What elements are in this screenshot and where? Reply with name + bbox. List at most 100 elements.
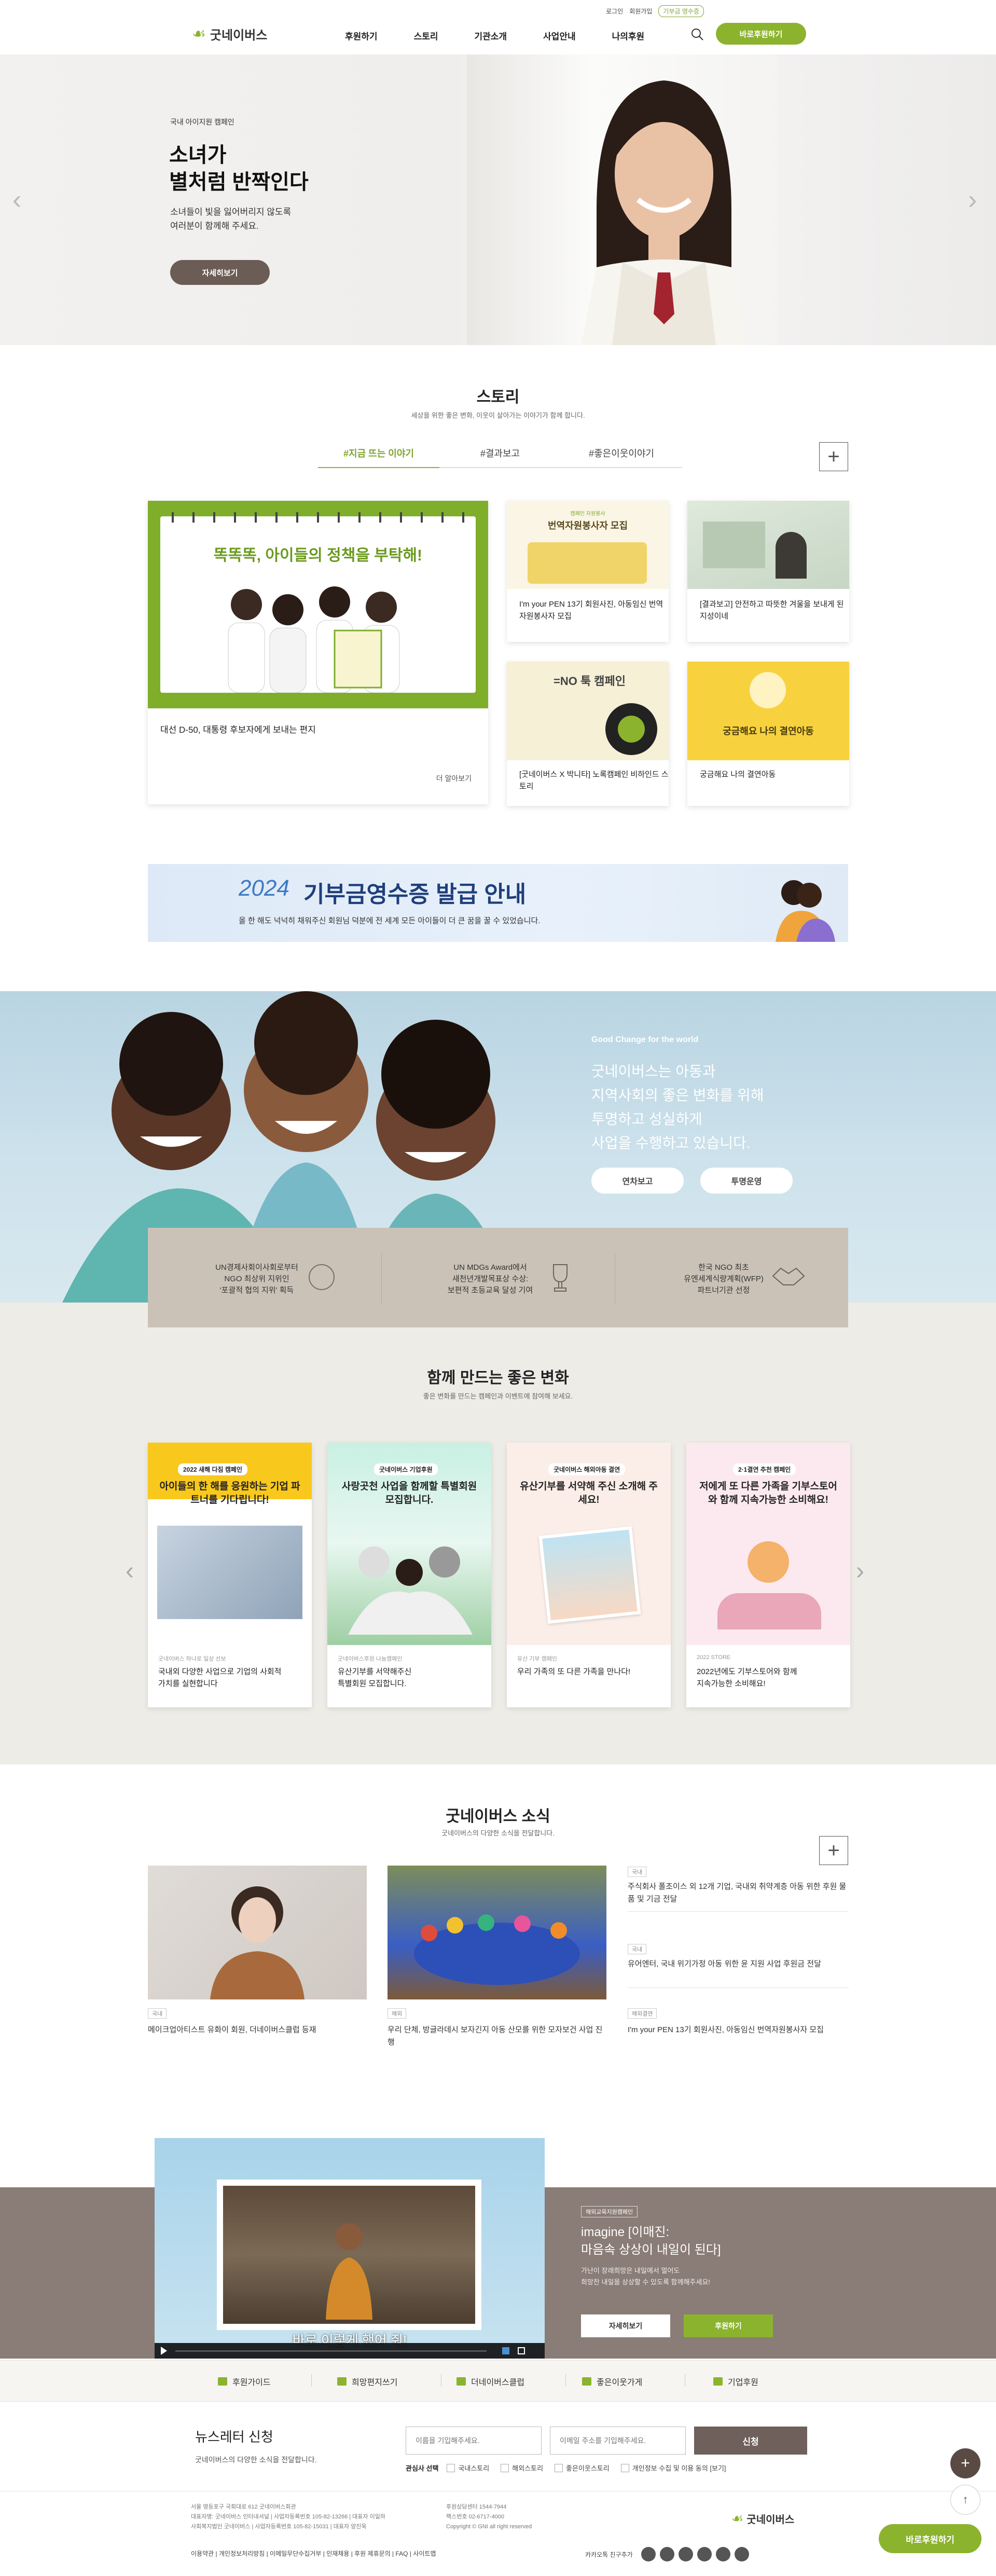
- nav-story[interactable]: 스토리: [414, 29, 438, 42]
- blog-icon[interactable]: [697, 2547, 712, 2561]
- story-card[interactable]: =NO 툭 캠페인 [굿네이버스 X 박니타] 노록캠페인 비하인드 스토리: [507, 662, 669, 806]
- caption-line: 가치를 실현합니다: [158, 1679, 218, 1688]
- story-card-image: [687, 501, 849, 589]
- progress-track[interactable]: [175, 2350, 487, 2352]
- campaign-image: 굿네이버스 기업후원 사랑곳천 사업을 함께할 특별회원 모집합니다.: [327, 1443, 491, 1645]
- hero-title-line2: 별처럼 반짝인다: [169, 171, 309, 194]
- header: ☙ 굿네이버스 후원하기 스토리 기관소개 사업안내 나의후원 바로후원하기: [0, 19, 996, 52]
- divider: [311, 2374, 312, 2387]
- chevron-left-icon[interactable]: ‹: [126, 1557, 134, 1585]
- campaign-badge: 2022 새해 다짐 캠페인: [178, 1463, 247, 1475]
- tab-neighbor[interactable]: #좋은이웃이야기: [561, 446, 682, 468]
- campaign-card[interactable]: 2022 새해 다짐 캠페인 아이들의 한 해를 응원하는 기업 파트너를 기다…: [148, 1443, 312, 1707]
- tab-result[interactable]: #결과보고: [439, 446, 561, 468]
- option-domestic[interactable]: 국내스토리: [447, 2463, 489, 2473]
- news-item[interactable]: 국내: [628, 1867, 647, 1877]
- receipt-link[interactable]: 기부금 영수증: [658, 5, 704, 17]
- chevron-right-icon[interactable]: ›: [968, 184, 977, 215]
- main-card-more-link[interactable]: 더 알아보기: [436, 773, 472, 784]
- logo[interactable]: ☙ 굿네이버스: [192, 25, 267, 43]
- news-item[interactable]: 국내: [628, 1944, 647, 1954]
- nav-my[interactable]: 나의후원: [612, 29, 645, 42]
- news-item[interactable]: 해외: [388, 2008, 407, 2019]
- news-text[interactable]: 주식회사 폴조이스 외 12개 기업, 국내외 취약계층 아동 위한 후원 물품…: [628, 1881, 849, 1906]
- video-donate-button[interactable]: 후원하기: [684, 2314, 773, 2337]
- news-more-plus-icon[interactable]: +: [819, 1836, 848, 1865]
- checkbox[interactable]: [501, 2463, 509, 2472]
- sun-illustration: [748, 1541, 789, 1583]
- search-icon[interactable]: [690, 27, 704, 42]
- floating-donate-button[interactable]: 바로후원하기: [879, 2524, 981, 2553]
- campaign-card[interactable]: 굿네이버스 해외아동 결연 유산기부를 서약해 주신 소개해 주세요! 유산 기…: [507, 1443, 671, 1707]
- twitter-icon[interactable]: [678, 2547, 693, 2561]
- footer-nav-store[interactable]: 좋은이웃가게: [582, 2375, 642, 2388]
- login-link[interactable]: 로그인: [606, 7, 623, 16]
- story-card-caption: 궁금해요 나의 결연아동: [700, 770, 776, 779]
- hero-desc-line1: 소녀들이 빛을 잃어버리지 않도록: [170, 207, 292, 217]
- option-label: 개인정보 수집 및 이용 동의 [보기]: [632, 2464, 726, 2472]
- option-overseas[interactable]: 해외스토리: [501, 2463, 543, 2473]
- utility-bar: 로그인 회원가입 기부금 영수증: [606, 5, 704, 17]
- hero-detail-button[interactable]: 자세히보기: [170, 260, 270, 285]
- story-card[interactable]: 궁금해요 나의 결연아동 궁금해요 나의 결연아동: [687, 662, 849, 806]
- news-text[interactable]: 유어엔터, 국내 위기가정 아동 위한 윤 지원 사업 후원금 전달: [628, 1958, 849, 1970]
- campaign-card[interactable]: 굿네이버스 기업후원 사랑곳천 사업을 함께할 특별회원 모집합니다. 굿네이버…: [327, 1443, 491, 1707]
- instagram-icon[interactable]: [659, 2547, 674, 2561]
- chevron-left-icon[interactable]: ‹: [12, 184, 21, 215]
- nav-about[interactable]: 기관소개: [474, 29, 507, 42]
- video-detail-button[interactable]: 자세히보기: [581, 2314, 670, 2337]
- floating-plus-icon[interactable]: +: [950, 2448, 980, 2478]
- kakao-friend-link[interactable]: 카카오톡 친구추가: [585, 2550, 633, 2559]
- transparency-button[interactable]: 투명운영: [700, 1168, 793, 1194]
- news-item[interactable]: 국내: [148, 2008, 167, 2019]
- story-main-card[interactable]: 똑똑똑, 아이들의 정책을 부탁해! 대선 D-50, 대통령 후보자에게 보내…: [148, 501, 488, 804]
- boy-figure: [326, 2223, 372, 2320]
- news-photo-group[interactable]: [388, 1866, 606, 1999]
- receipt-banner[interactable]: 2024 기부금영수증 발급 안내 올 한 해도 넉넉히 채워주신 회원님 덕분…: [148, 864, 848, 942]
- campaign-card[interactable]: 2·1결연 추천 캠페인 저에게 또 다른 가족을 기부스토어와 함께 지속가능…: [686, 1443, 850, 1707]
- checkbox[interactable]: [620, 2463, 629, 2472]
- news-item[interactable]: 해외결연: [628, 2008, 657, 2019]
- chevron-right-icon[interactable]: ›: [856, 1557, 864, 1585]
- fullscreen-icon[interactable]: [518, 2347, 525, 2354]
- settings-icon[interactable]: [502, 2347, 509, 2354]
- news-photo-woman[interactable]: [148, 1866, 367, 1999]
- nav-donate[interactable]: 후원하기: [345, 29, 378, 42]
- video-title-line1: imagine [이매진:: [581, 2225, 670, 2239]
- card-image-title: =NO 툭 캠페인: [554, 675, 626, 688]
- newsletter-submit-button[interactable]: 신청: [694, 2427, 807, 2455]
- footer-nav-letter[interactable]: 희망편지쓰기: [337, 2375, 397, 2388]
- option-neighbor[interactable]: 좋은이웃스토리: [555, 2463, 610, 2473]
- option-privacy[interactable]: 개인정보 수집 및 이용 동의 [보기]: [620, 2463, 726, 2473]
- footer-logo[interactable]: ☙ 굿네이버스: [731, 2511, 794, 2527]
- footer-links[interactable]: 이용약관 | 개인정보처리방침 | 이메일무단수집거부 | 인재채용 | 후원 …: [191, 2549, 436, 2559]
- news-text[interactable]: I'm your PEN 13기 회원사진, 아동임신 번역자원봉사자 모집: [628, 2024, 849, 2036]
- post-icon[interactable]: [715, 2547, 730, 2561]
- story-more-plus-icon[interactable]: +: [819, 442, 848, 471]
- donate-now-button[interactable]: 바로후원하기: [716, 23, 806, 45]
- story-card[interactable]: [결과보고] 안전하고 따뜻한 겨울을 보내게 된 지성이네: [687, 501, 849, 642]
- newsletter-name-input[interactable]: [406, 2427, 542, 2455]
- annual-report-button[interactable]: 연차보고: [591, 1168, 684, 1194]
- checkbox[interactable]: [447, 2463, 455, 2472]
- news-text[interactable]: 메이크업아티스트 유화이 회원, 더네이버스클럽 등재: [148, 2024, 367, 2036]
- campaign-headline: 유산기부를 서약해 주신 소개해 주세요!: [520, 1481, 658, 1505]
- hero-subtitle: 국내 아이지원 캠페인: [170, 118, 234, 126]
- footer-nav-club[interactable]: 더네이버스클럽: [457, 2375, 524, 2388]
- nav-business[interactable]: 사업안내: [543, 29, 576, 42]
- footer-nav-guide[interactable]: 후원가이드: [218, 2375, 271, 2388]
- campaign-image: 2·1결연 추천 캠페인 저에게 또 다른 가족을 기부스토어와 함께 지속가능…: [686, 1443, 850, 1645]
- facebook-icon[interactable]: [641, 2547, 656, 2561]
- youtube-icon[interactable]: [734, 2547, 749, 2561]
- join-link[interactable]: 회원가입: [629, 7, 652, 16]
- story-card[interactable]: 캠페인 자원봉사 번역자원봉사자 모집 I'm your PEN 13기 회원사…: [507, 501, 669, 642]
- scroll-top-icon[interactable]: ↑: [950, 2485, 980, 2515]
- footer-nav-corporate[interactable]: 기업후원: [713, 2375, 758, 2388]
- news-text[interactable]: 우리 단체, 방글라데시 보자긴지 아동 산모를 위한 모자보건 사업 진행: [388, 2024, 606, 2049]
- checkbox[interactable]: [555, 2463, 563, 2472]
- divider: [628, 1911, 849, 1912]
- newsletter-email-input[interactable]: [550, 2427, 686, 2455]
- video-player[interactable]: 바로 이렇게 했어 줘!: [155, 2138, 545, 2359]
- play-icon[interactable]: [161, 2347, 167, 2355]
- tab-trending[interactable]: #지금 뜨는 이야기: [318, 446, 439, 468]
